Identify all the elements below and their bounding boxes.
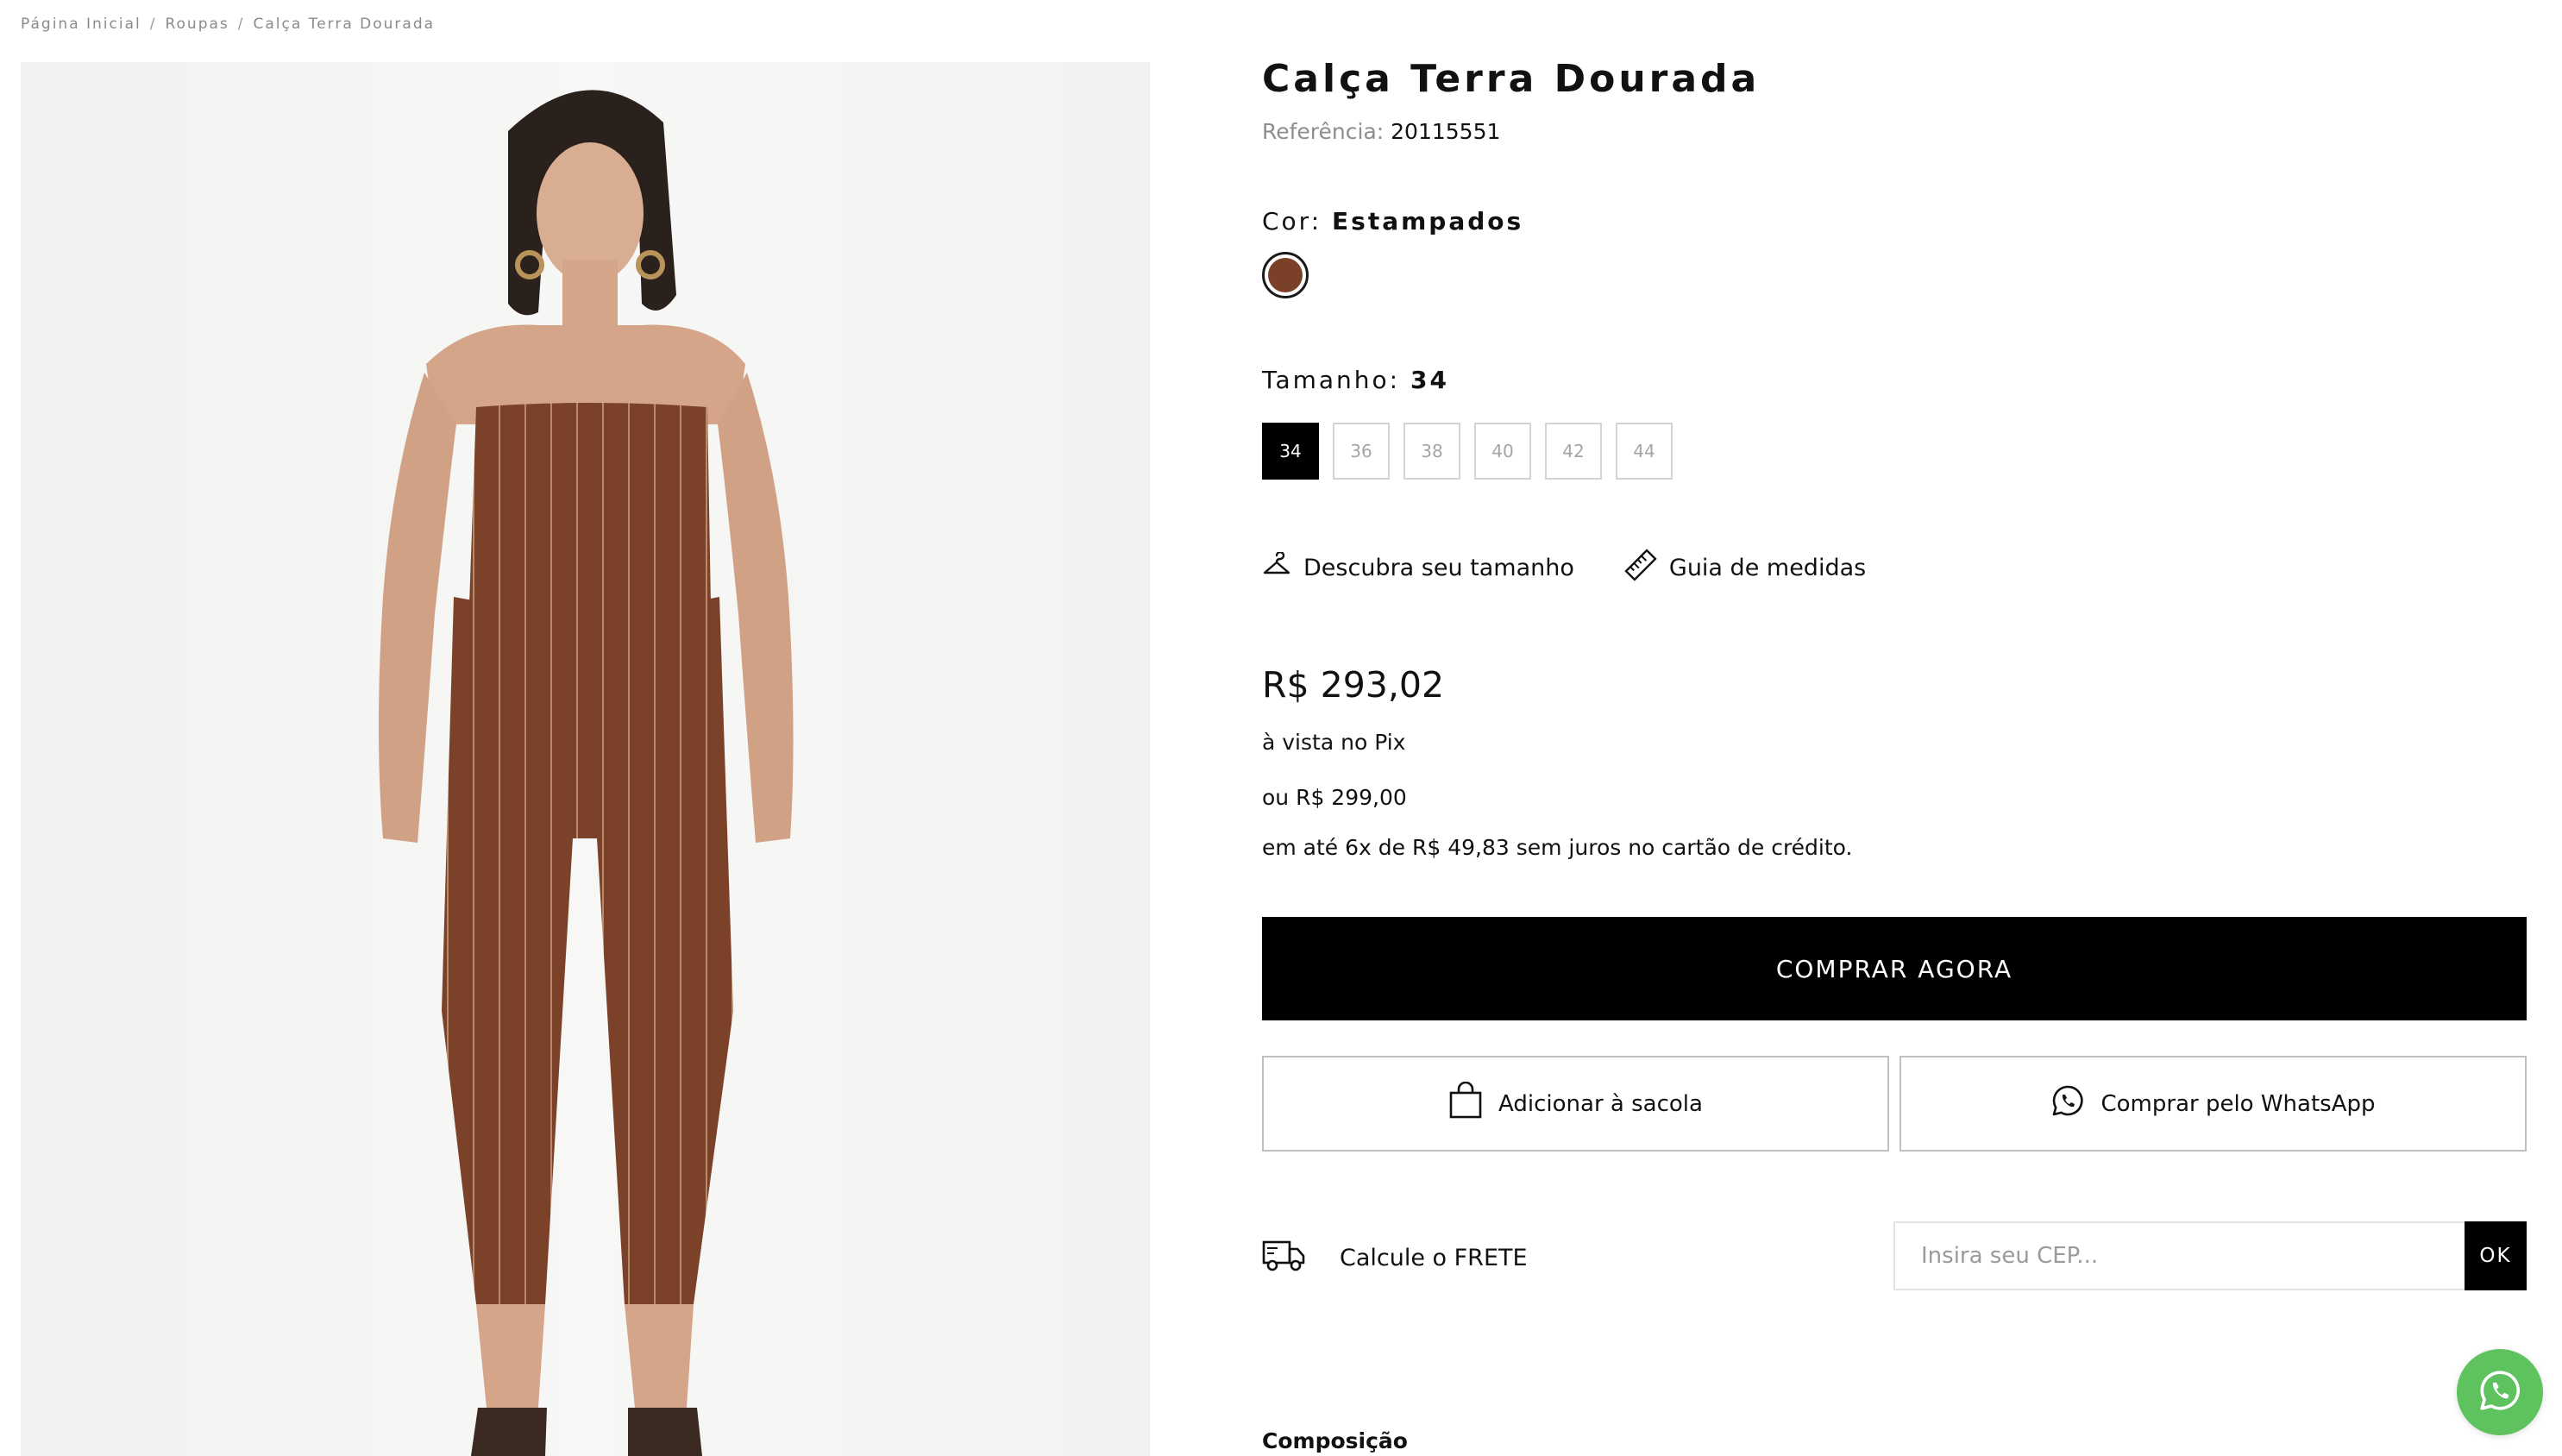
product-image[interactable] (21, 62, 1150, 1456)
discover-size-link[interactable]: Descubra seu tamanho (1262, 550, 1574, 584)
pix-label: à vista no Pix (1262, 730, 1406, 755)
product-page: Página Inicial / Roupas / Calça Terra Do… (0, 0, 2562, 1456)
buy-now-button[interactable]: COMPRAR AGORA (1262, 917, 2527, 1020)
size-guide-link[interactable]: Guia de medidas (1624, 549, 1866, 587)
cep-input[interactable] (1893, 1221, 2466, 1290)
product-photo (21, 62, 1150, 1456)
whatsapp-buy-label: Comprar pelo WhatsApp (2100, 1090, 2376, 1117)
whatsapp-buy-button[interactable]: Comprar pelo WhatsApp (1900, 1056, 2527, 1152)
ruler-icon (1624, 549, 1657, 587)
add-to-bag-button[interactable]: Adicionar à sacola (1262, 1056, 1889, 1152)
breadcrumb-home[interactable]: Página Inicial (21, 16, 141, 33)
size-label: Tamanho: 34 (1262, 366, 1449, 394)
hanger-icon (1262, 550, 1291, 584)
shopping-bag-icon (1448, 1081, 1483, 1126)
size-option-34[interactable]: 34 (1262, 423, 1319, 480)
breadcrumb: Página Inicial / Roupas / Calça Terra Do… (21, 16, 435, 33)
discover-size-label: Descubra seu tamanho (1303, 555, 1574, 581)
color-swatch-dot (1268, 258, 1303, 292)
cep-ok-button[interactable]: OK (2465, 1221, 2527, 1290)
color-selected: Estampados (1332, 207, 1524, 235)
breadcrumb-separator: / (237, 16, 245, 33)
installments-text: em até 6x de R$ 49,83 sem juros no cartã… (1262, 835, 1853, 860)
add-to-bag-label: Adicionar à sacola (1498, 1090, 1703, 1117)
whatsapp-icon (2477, 1368, 2522, 1416)
product-price: R$ 293,02 (1262, 664, 1445, 706)
breadcrumb-separator: / (149, 16, 157, 33)
product-info: Calça Terra Dourada Referência: 20115551… (1262, 0, 2527, 1456)
size-option-38[interactable]: 38 (1403, 423, 1460, 480)
size-label-text: Tamanho: (1262, 366, 1401, 394)
reference-value: 20115551 (1391, 119, 1501, 144)
size-options: 34 36 38 40 42 44 (1262, 423, 1673, 480)
truck-icon (1262, 1239, 1305, 1277)
size-option-36[interactable]: 36 (1333, 423, 1390, 480)
color-label: Cor: Estampados (1262, 207, 1523, 235)
shipping-calculator: Calcule o FRETE OK (1262, 1221, 2527, 1290)
color-label-text: Cor: (1262, 207, 1322, 235)
product-title: Calça Terra Dourada (1262, 57, 1761, 101)
whatsapp-icon (2050, 1083, 2085, 1124)
shipping-label-text: Calcule o FRETE (1340, 1245, 1528, 1271)
size-guide-label: Guia de medidas (1668, 555, 1867, 581)
shipping-label: Calcule o FRETE (1262, 1239, 1528, 1277)
size-option-42[interactable]: 42 (1545, 423, 1602, 480)
alt-price: ou R$ 299,00 (1262, 785, 1407, 810)
size-option-40[interactable]: 40 (1474, 423, 1531, 480)
breadcrumb-category[interactable]: Roupas (165, 16, 229, 33)
size-tools: Descubra seu tamanho Guia de medidas (1262, 549, 1866, 587)
composition-heading[interactable]: Composição (1262, 1428, 1408, 1453)
breadcrumb-current: Calça Terra Dourada (253, 16, 436, 33)
size-selected: 34 (1410, 366, 1449, 394)
whatsapp-float-button[interactable] (2457, 1349, 2543, 1435)
color-swatch-estampados[interactable] (1262, 252, 1309, 298)
size-option-44[interactable]: 44 (1616, 423, 1673, 480)
product-reference: Referência: 20115551 (1262, 119, 1500, 144)
reference-label: Referência: (1262, 119, 1385, 144)
